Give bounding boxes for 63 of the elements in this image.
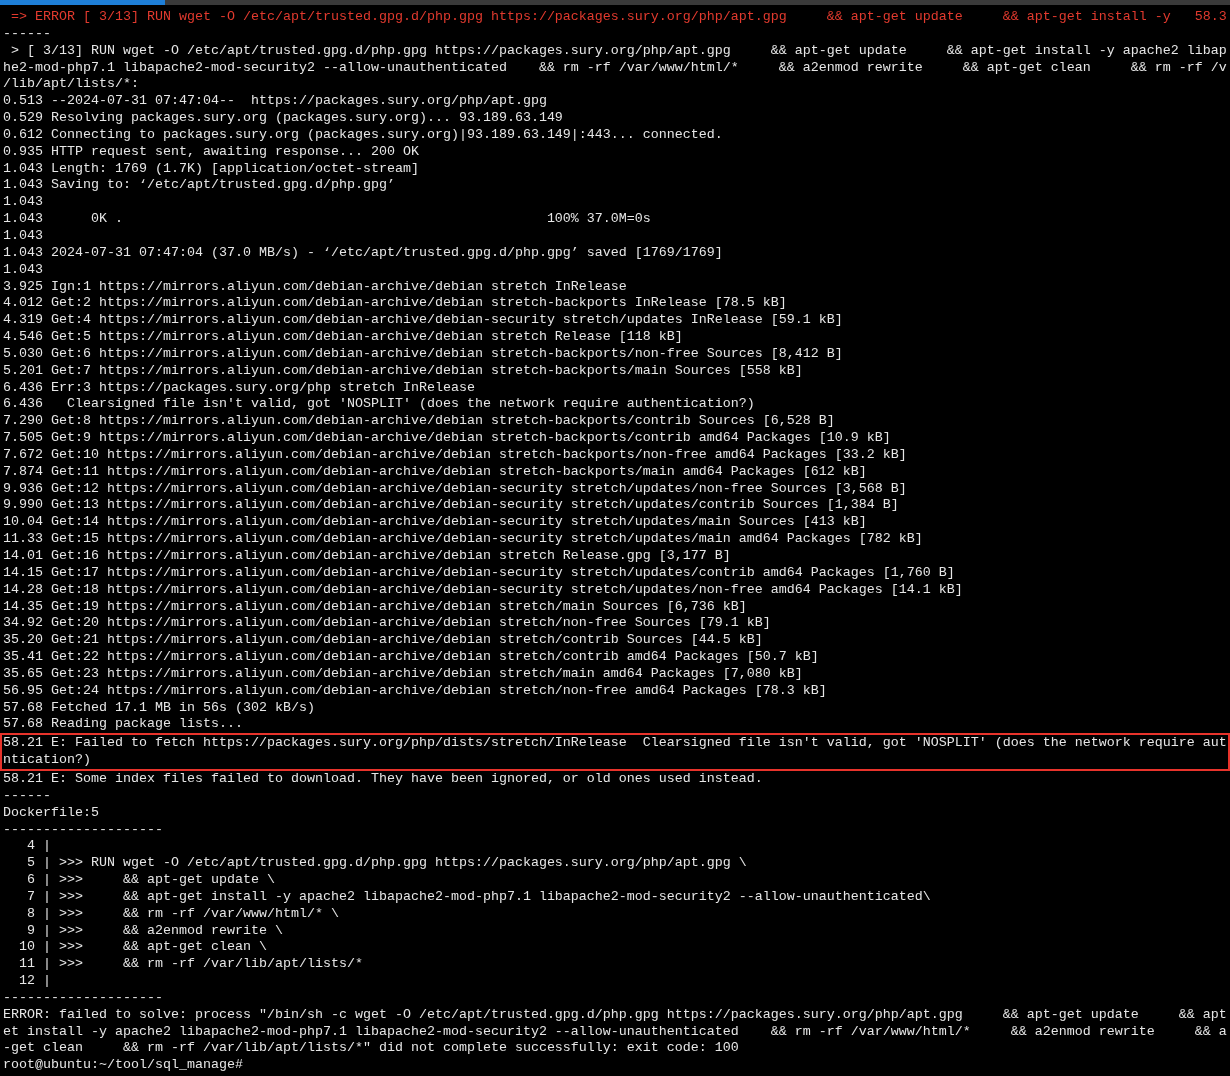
terminal-line: -------------------- — [3, 821, 164, 839]
terminal-line: 10 | >>> && apt-get clean \ — [18, 939, 268, 957]
terminal-line: 5.030 Get:6 https://mirrors.aliyun.com/debian-archive/debian stretch-backports/non-free Sources [8,412 B] — [3, 345, 844, 363]
terminal-line: 0.513 --2024-07-31 07:47:04-- https://packages.sury.org/php/apt.gpg — [3, 93, 548, 111]
terminal-line: 1.043 2024-07-31 07:47:04 (37.0 MB/s) - ‘/etc/apt/trusted.gpg.d/php.gpg’ saved [1769/1769] — [3, 244, 724, 262]
terminal-line: > [ 3/13] RUN wget -O /etc/apt/trusted.gpg.d/php.gpg https://packages.sury.org/php/apt.gpg && apt-get update && apt-get install -y apache2 libap — [10, 42, 1228, 60]
terminal-line: 9 | >>> && a2enmod rewrite \ — [26, 922, 284, 940]
terminal-line: 6 | >>> && apt-get update \ — [26, 872, 276, 889]
terminal-line: 9.936 Get:12 https://mirrors.aliyun.com/debian-archive/debian-security stretch/updates/non-free Sources [3,568 B] — [3, 480, 908, 498]
terminal-line: -get clean && rm -rf /var/lib/apt/lists/*" did not complete successfully: exit code: 100 — [3, 1040, 740, 1058]
terminal-line: 8 | >>> && rm -rf /var/www/html/* \ — [26, 905, 340, 923]
terminal-line: 57.68 Reading package lists... — [3, 716, 244, 734]
terminal-line: 57.68 Fetched 17.1 MB in 56s (302 kB/s) — [3, 699, 316, 717]
terminal-line: 7.505 Get:9 https://mirrors.aliyun.com/debian-archive/debian stretch-backports/contrib amd64 Packages [10.9 kB] — [3, 430, 892, 447]
terminal-line: 6.436 Clearsigned file isn't valid, got 'NOSPLIT' (does the network require authentication?) — [3, 396, 756, 414]
terminal-line: he2-mod-php7.1 libapache2-mod-security2 --allow-unauthenticated && rm -rf /var/www/html/* && a2enmod rewrite && apt-get clean && rm -rf /v — [3, 59, 1228, 77]
terminal-line: 1.043 — [3, 261, 44, 279]
terminal-line: ntication?) — [3, 752, 92, 769]
terminal-line: 4.012 Get:2 https://mirrors.aliyun.com/debian-archive/debian stretch-backports InRelease [78.5 kB] — [3, 295, 788, 313]
terminal-line: 6.436 Err:3 https://packages.sury.org/php stretch InRelease — [3, 379, 476, 397]
terminal-line: 0.529 Resolving packages.sury.org (packages.sury.org)... 93.189.63.149 — [3, 110, 564, 127]
terminal-line: 7.874 Get:11 https://mirrors.aliyun.com/debian-archive/debian stretch-backports/main amd64 Packages [612 kB] — [3, 463, 868, 481]
terminal-line: 1.043 — [3, 194, 44, 212]
terminal-line: ------ — [3, 25, 52, 43]
terminal-line: ------ — [3, 787, 52, 805]
terminal-line: 4.546 Get:5 https://mirrors.aliyun.com/debian-archive/debian stretch Release [118 kB] — [3, 329, 684, 346]
terminal-line: 3.925 Ign:1 https://mirrors.aliyun.com/debian-archive/debian stretch InRelease — [3, 278, 628, 296]
terminal-line: 9.990 Get:13 https://mirrors.aliyun.com/debian-archive/debian-security stretch/updates/contrib Sources [1,384 B] — [3, 497, 900, 515]
terminal-line: et install -y apache2 libapache2-mod-php7.1 libapache2-mod-security2 --allow-unauthenticated && rm -rf /var/www/html/* && a2enmod rewrite && a — [3, 1023, 1228, 1041]
terminal-line: 58.21 E: Failed to fetch https://packages.sury.org/php/dists/stretch/InRelease Clearsigned file isn't valid, got 'NOSPLIT' (does the network require aut — [3, 735, 1228, 753]
terminal-line: 0.935 HTTP request sent, awaiting response... 200 OK — [3, 143, 420, 161]
terminal-line: ERROR: failed to solve: process "/bin/sh -c wget -O /etc/apt/trusted.gpg.d/php.gpg https://packages.sury.org/php/apt.gpg && apt-get update && apt — [3, 1006, 1228, 1024]
terminal-line: 1.043 Length: 1769 (1.7K) [application/octet-stream] — [3, 160, 420, 178]
terminal-line: 12 | — [18, 973, 52, 990]
terminal-line: 14.15 Get:17 https://mirrors.aliyun.com/debian-archive/debian-security stretch/updates/contrib amd64 Packages [1,760 B] — [3, 564, 956, 582]
terminal-line: 14.35 Get:19 https://mirrors.aliyun.com/debian-archive/debian stretch/main Sources [6,736 kB] — [3, 598, 748, 616]
terminal-line: 5.201 Get:7 https://mirrors.aliyun.com/debian-archive/debian stretch-backports/main Sources [558 kB] — [3, 362, 804, 380]
terminal-line: 14.28 Get:18 https://mirrors.aliyun.com/debian-archive/debian-security stretch/updates/non-free amd64 Packages [14.1 kB] — [3, 581, 964, 599]
terminal-line: 4 | — [26, 838, 52, 856]
terminal-line: 7.672 Get:10 https://mirrors.aliyun.com/debian-archive/debian stretch-backports/non-free amd64 Packages [33.2 kB] — [3, 446, 908, 464]
terminal-line: 0.612 Connecting to packages.sury.org (packages.sury.org)|93.189.63.149|:443... connected. — [3, 126, 724, 144]
terminal-line: -------------------- — [3, 989, 164, 1007]
terminal-line: 35.20 Get:21 https://mirrors.aliyun.com/debian-archive/debian stretch/contrib Sources [44.5 kB] — [3, 632, 764, 650]
terminal-line: 35.41 Get:22 https://mirrors.aliyun.com/debian-archive/debian stretch/contrib amd64 Packages [50.7 kB] — [3, 649, 820, 666]
terminal-line: 56.95 Get:24 https://mirrors.aliyun.com/debian-archive/debian stretch/non-free amd64 Packages [78.3 kB] — [3, 682, 828, 700]
terminal-line: root@ubuntu:~/tool/sql_manage# — [3, 1057, 244, 1075]
terminal-line: /lib/apt/lists/*: — [3, 76, 140, 94]
terminal-line: 11 | >>> && rm -rf /var/lib/apt/lists/* — [18, 956, 364, 974]
terminal-line: 11.33 Get:15 https://mirrors.aliyun.com/debian-archive/debian-security stretch/updates/main amd64 Packages [782 kB] — [3, 531, 924, 548]
terminal-line: 1.043 Saving to: ‘/etc/apt/trusted.gpg.d/php.gpg’ — [3, 177, 396, 195]
terminal-line: 7 | >>> && apt-get install -y apache2 libapache2-mod-php7.1 libapache2-mod-security2 --allow-unauthenticated\ — [26, 888, 932, 906]
terminal-line: 34.92 Get:20 https://mirrors.aliyun.com/debian-archive/debian stretch/non-free Sources [79.1 kB] — [3, 615, 772, 633]
terminal-line: 5 | >>> RUN wget -O /etc/apt/trusted.gpg.d/php.gpg https://packages.sury.org/php/apt.gpg \ — [26, 855, 748, 873]
terminal-line: 7.290 Get:8 https://mirrors.aliyun.com/debian-archive/debian stretch-backports/contrib Sources [6,528 B] — [3, 413, 836, 431]
terminal-line: 14.01 Get:16 https://mirrors.aliyun.com/debian-archive/debian stretch Release.gpg [3,177 B] — [3, 548, 732, 565]
terminal-line: 10.04 Get:14 https://mirrors.aliyun.com/debian-archive/debian-security stretch/updates/main Sources [413 kB] — [3, 514, 868, 532]
terminal-line: 4.319 Get:4 https://mirrors.aliyun.com/debian-archive/debian-security stretch/updates InRelease [59.1 kB] — [3, 312, 844, 330]
terminal-line: 35.65 Get:23 https://mirrors.aliyun.com/debian-archive/debian stretch/main amd64 Packages [7,080 kB] — [3, 665, 804, 683]
terminal-line: 58.21 E: Some index files failed to download. They have been ignored, or old ones used instead. — [3, 770, 764, 788]
error-line: => ERROR [ 3/13] RUN wget -O /etc/apt/trusted.gpg.d/php.gpg https://packages.sury.org/php/apt.gpg && apt-get update && apt-get install -y 58.3 — [10, 9, 1228, 26]
terminal-line: Dockerfile:5 — [3, 804, 100, 822]
terminal-line: 1.043 0K . 100% 37.0M=0s — [3, 211, 652, 228]
terminal-line: 1.043 — [3, 227, 44, 245]
